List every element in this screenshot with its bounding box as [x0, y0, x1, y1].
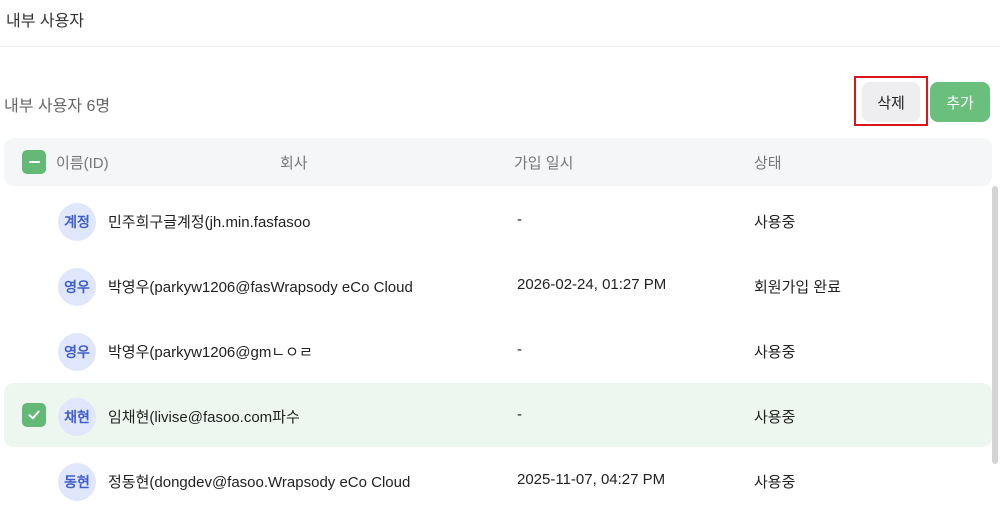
status-cell: 사용중 [754, 409, 796, 426]
column-header-company[interactable]: 회사 [280, 152, 308, 173]
user-name-cell: 임채현(livise@fasoo.com파수 [108, 409, 300, 426]
user-name-cell: 민주희구글계정(jh.min.fasfasoo [108, 214, 311, 231]
column-header-name[interactable]: 이름(ID) [56, 152, 109, 173]
minus-icon [28, 161, 40, 163]
user-name-cell: 박영우(parkyw1206@gmㄴㅇㄹ [108, 344, 313, 361]
page-title: 내부 사용자 [6, 13, 85, 30]
add-button[interactable]: 추가 [930, 82, 990, 122]
table-row[interactable]: 동현 정동현(dongdev@fasoo.Wrapsody eCo Cloud … [4, 448, 992, 512]
user-count-label: 내부 사용자 6명 [4, 98, 111, 115]
column-header-joined[interactable]: 가입 일시 [514, 152, 573, 173]
select-all-checkbox[interactable] [22, 150, 46, 174]
joined-date-cell: 2026-02-24, 01:27 PM [517, 276, 667, 293]
joined-date-cell: - [517, 406, 522, 423]
header-divider [0, 46, 1000, 47]
table-row[interactable]: 채현 임채현(livise@fasoo.com파수 - 사용중 [4, 383, 992, 447]
column-header-status[interactable]: 상태 [754, 152, 782, 173]
status-cell: 사용중 [754, 474, 796, 491]
table-row[interactable]: 영우 박영우(parkyw1206@gmㄴㅇㄹ - 사용중 [4, 318, 992, 382]
avatar: 동현 [58, 463, 96, 501]
scrollbar[interactable] [992, 186, 998, 464]
table-row[interactable]: 영우 박영우(parkyw1206@fasWrapsody eCo Cloud … [4, 253, 992, 317]
table-row[interactable]: 계정 민주희구글계정(jh.min.fasfasoo - 사용중 [4, 188, 992, 252]
status-cell: 회원가입 완료 [754, 279, 841, 296]
checkmark-icon [28, 410, 40, 420]
user-name-cell: 박영우(parkyw1206@fasWrapsody eCo Cloud [108, 279, 413, 296]
status-cell: 사용중 [754, 214, 796, 231]
table-header: 이름(ID) 회사 가입 일시 상태 [4, 138, 992, 186]
avatar: 영우 [58, 333, 96, 371]
status-cell: 사용중 [754, 344, 796, 361]
delete-button-highlight [854, 76, 928, 126]
joined-date-cell: 2025-11-07, 04:27 PM [517, 471, 666, 488]
joined-date-cell: - [517, 341, 522, 358]
avatar: 채현 [58, 398, 96, 436]
user-name-cell: 정동현(dongdev@fasoo.Wrapsody eCo Cloud [108, 474, 411, 491]
joined-date-cell: - [517, 211, 522, 228]
avatar: 계정 [58, 203, 96, 241]
avatar: 영우 [58, 268, 96, 306]
row-checkbox[interactable] [22, 403, 46, 427]
